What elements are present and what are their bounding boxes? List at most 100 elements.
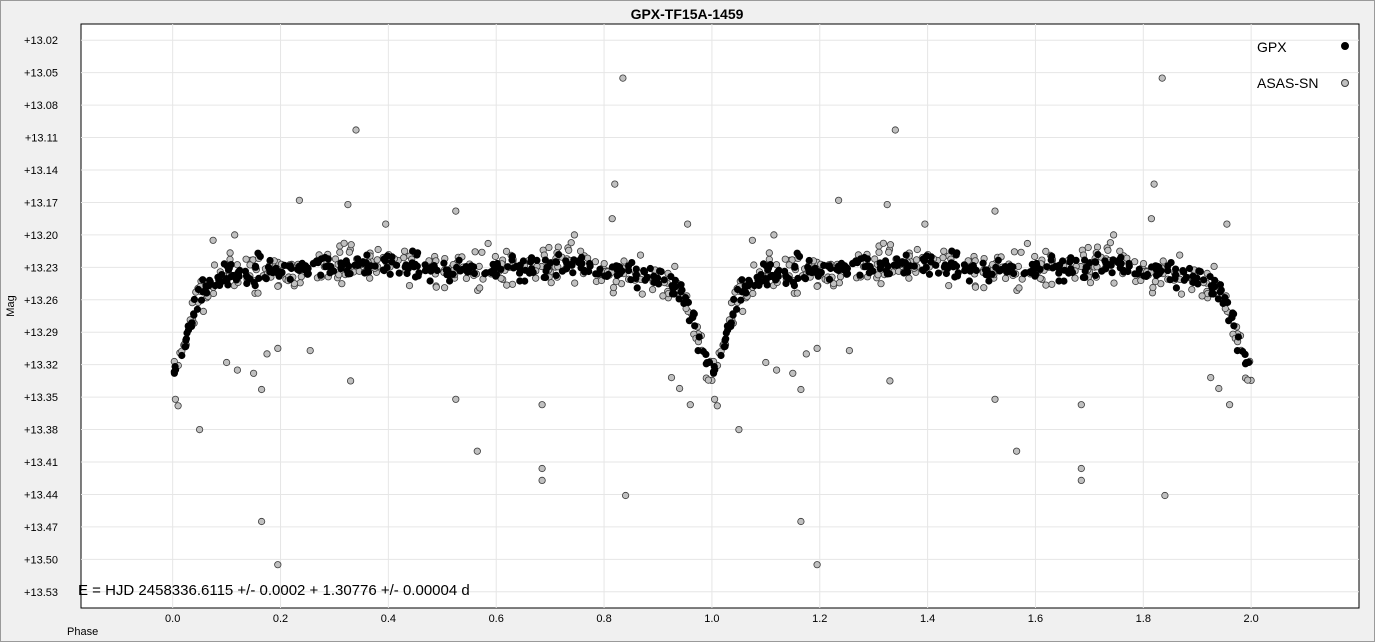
asas-sn-point xyxy=(254,289,262,297)
gpx-point xyxy=(521,277,529,285)
gpx-point xyxy=(794,274,802,282)
asas-sn-point xyxy=(347,241,355,249)
gpx-point xyxy=(717,351,725,360)
gpx-point xyxy=(552,258,561,266)
asas-sn-point xyxy=(503,281,511,289)
gpx-point xyxy=(677,288,685,296)
gpx-point xyxy=(554,251,563,259)
gpx-point xyxy=(515,269,524,277)
gpx-point xyxy=(994,256,1002,264)
asas-sn-point xyxy=(762,358,770,367)
asas-sn-point xyxy=(344,201,352,209)
gpx-point xyxy=(303,270,312,278)
gpx-point xyxy=(1219,299,1227,307)
asas-sn-point xyxy=(196,425,204,434)
y-tick-label: +13.29 xyxy=(24,327,58,339)
gpx-point xyxy=(722,335,730,343)
gpx-point xyxy=(790,281,799,290)
y-tick-label: +13.50 xyxy=(24,554,58,566)
gpx-point xyxy=(542,267,550,275)
gpx-point xyxy=(730,295,738,303)
gpx-point xyxy=(1172,265,1180,273)
gpx-point xyxy=(942,269,951,278)
asas-sn-point xyxy=(1116,247,1124,255)
x-tick-label: 0.4 xyxy=(381,613,396,625)
gpx-point xyxy=(947,260,955,269)
gpx-point xyxy=(596,265,604,273)
gpx-point xyxy=(1228,313,1236,321)
gpx-point xyxy=(252,263,260,271)
x-tick-label: 1.8 xyxy=(1136,613,1151,625)
gpx-point xyxy=(763,281,771,289)
asas-sn-point xyxy=(1015,284,1023,292)
gpx-point xyxy=(525,269,534,277)
gpx-point xyxy=(445,277,454,285)
y-tick-label: +13.20 xyxy=(24,230,58,242)
asas-sn-point xyxy=(1223,220,1231,228)
asas-sn-point xyxy=(600,259,608,268)
asas-sn-point xyxy=(1149,283,1157,292)
gpx-point xyxy=(1234,333,1243,341)
y-tick-label: +13.44 xyxy=(24,489,58,501)
asas-sn-point xyxy=(886,377,894,385)
asas-sn-point xyxy=(340,239,348,247)
gpx-point xyxy=(694,346,702,355)
gpx-point xyxy=(408,247,417,255)
gpx-point xyxy=(286,262,294,270)
asas-sn-point xyxy=(659,292,667,300)
asas-sn-point xyxy=(1226,401,1234,409)
gpx-point xyxy=(737,296,745,304)
asas-sn-point xyxy=(748,236,757,244)
gpx-point xyxy=(569,269,577,277)
asas-sn-point xyxy=(802,350,810,358)
phase-plot: 0.0 0.2 0.4 0.6 0.8 1.0 1.2 1.4 1.6 1.8 2.0 +13.02… xyxy=(0,0,1375,642)
asas-sn-point xyxy=(845,346,854,355)
asas-sn-point xyxy=(538,464,546,473)
gpx-point xyxy=(745,276,753,284)
gpx-point xyxy=(985,277,993,285)
gpx-point xyxy=(1043,263,1051,271)
gpx-point xyxy=(893,255,901,263)
gpx-point xyxy=(727,322,735,331)
asas-sn-point xyxy=(508,280,517,288)
y-tick-label: +13.41 xyxy=(24,457,58,469)
gpx-point xyxy=(695,333,703,341)
asas-sn-point xyxy=(1077,401,1085,409)
asas-sn-point xyxy=(671,262,679,270)
gpx-point xyxy=(187,322,196,331)
asas-sn-point xyxy=(621,491,630,500)
asas-sn-point xyxy=(704,376,713,384)
gpx-point xyxy=(1200,276,1208,284)
asas-sn-point xyxy=(1198,292,1206,300)
gpx-point xyxy=(966,267,974,275)
gpx-point xyxy=(732,305,741,313)
gpx-point xyxy=(494,262,502,270)
gpx-point xyxy=(351,261,359,269)
asas-sn-point xyxy=(1161,491,1169,500)
y-tick-label: +13.32 xyxy=(24,360,58,372)
gpx-point xyxy=(782,279,790,288)
gpx-point xyxy=(1180,268,1188,276)
gpx-point xyxy=(890,261,898,269)
gpx-point xyxy=(1194,280,1202,288)
gpx-point xyxy=(921,254,929,262)
asas-sn-point xyxy=(210,261,219,269)
asas-sn-point xyxy=(1188,285,1196,294)
gpx-point xyxy=(1211,276,1219,284)
y-tick-label: +13.08 xyxy=(24,100,58,112)
gpx-point xyxy=(1094,251,1102,259)
asas-sn-point xyxy=(739,307,747,315)
asas-sn-point xyxy=(547,279,555,287)
gpx-point xyxy=(918,266,927,274)
asas-sn-point xyxy=(1158,74,1166,82)
gpx-point xyxy=(1049,264,1057,272)
asas-sn-point xyxy=(980,284,988,292)
x-axis-label: Phase xyxy=(67,626,98,638)
chart-title: GPX-TF15A-1459 xyxy=(631,6,744,22)
asas-sn-point xyxy=(675,384,684,393)
gpx-point xyxy=(1067,255,1075,263)
gpx-point xyxy=(853,258,862,267)
asas-sn-point xyxy=(1086,279,1095,287)
gpx-point xyxy=(327,263,335,271)
asas-sn-point xyxy=(1151,277,1160,286)
